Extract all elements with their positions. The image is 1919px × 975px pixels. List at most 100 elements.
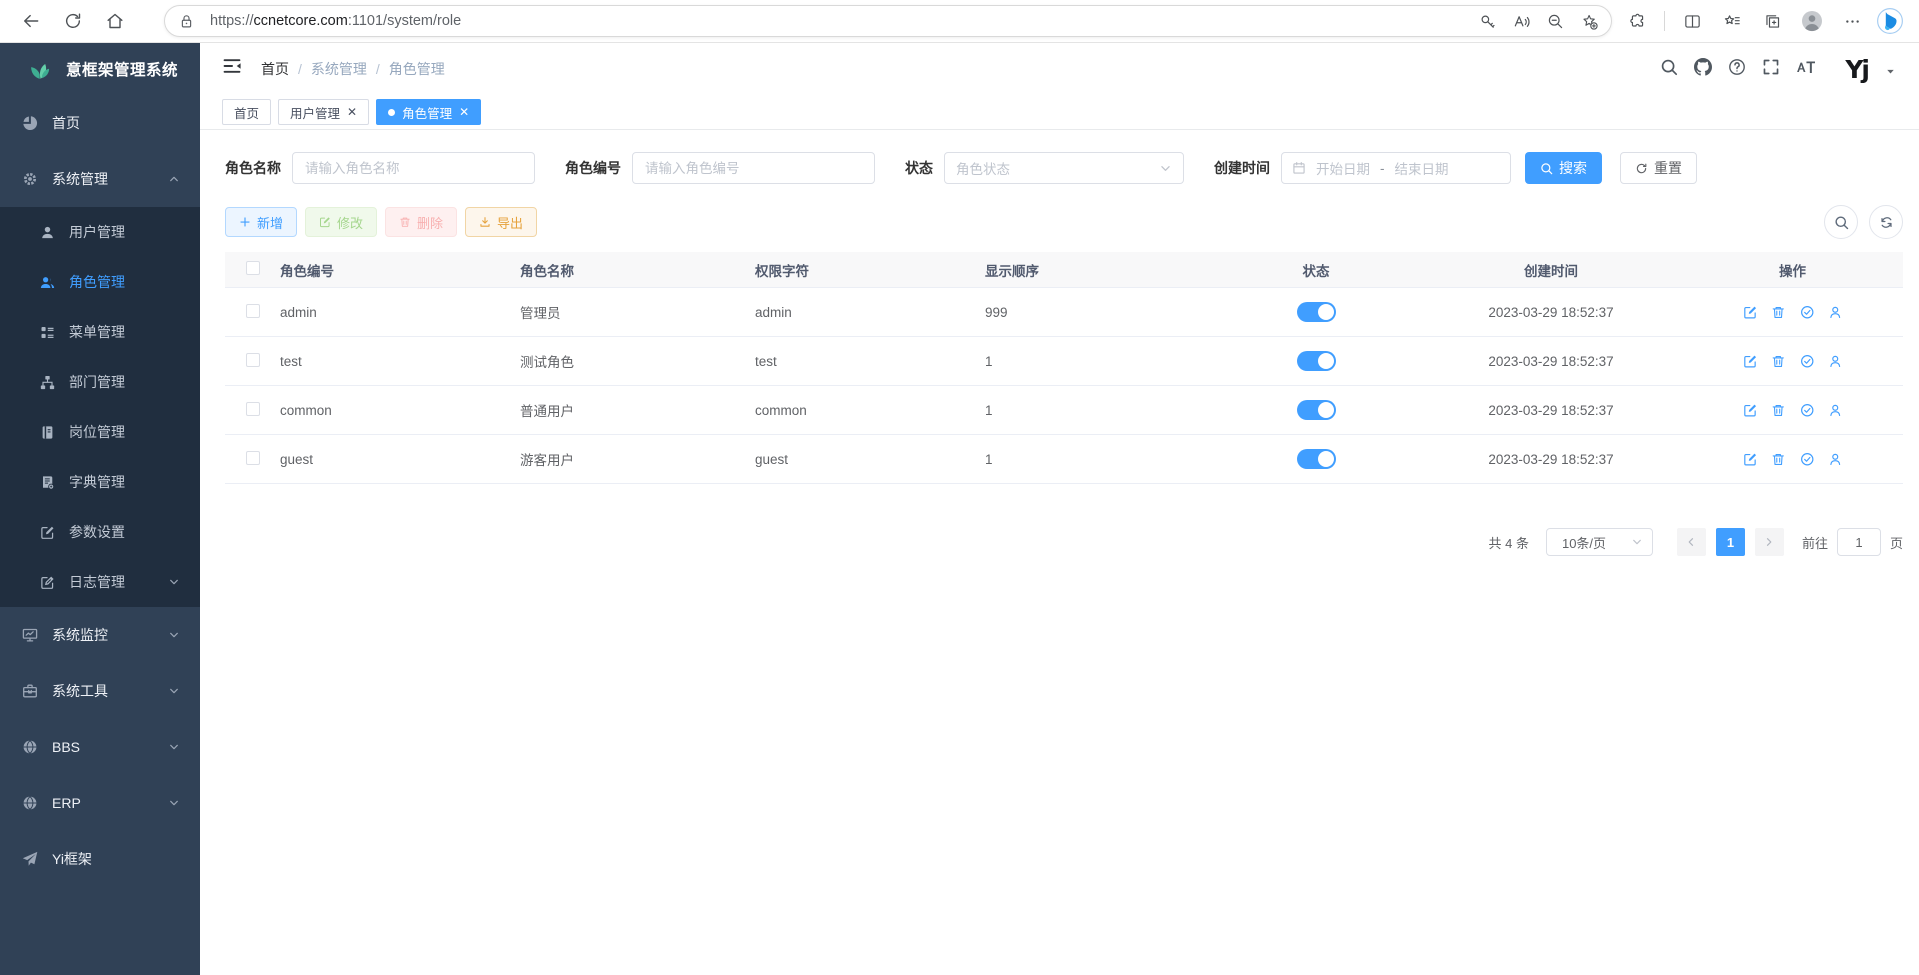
person-icon[interactable] bbox=[1828, 452, 1843, 467]
sidebar-item-yi-framework[interactable]: Yi框架 bbox=[0, 831, 200, 887]
table-refresh-icon[interactable] bbox=[1869, 205, 1903, 239]
check-circle-icon[interactable] bbox=[1800, 354, 1815, 369]
export-button[interactable]: 导出 bbox=[465, 207, 537, 237]
check-circle-icon[interactable] bbox=[1800, 403, 1815, 418]
goto-page-input[interactable] bbox=[1837, 528, 1881, 556]
edit-square-icon[interactable] bbox=[1743, 305, 1758, 320]
sidebar-item-bbs[interactable]: BBS bbox=[0, 719, 200, 775]
copilot-bing-icon[interactable] bbox=[1875, 6, 1905, 36]
trash-icon[interactable] bbox=[1771, 452, 1786, 467]
password-key-icon[interactable] bbox=[1470, 4, 1504, 38]
app-logo[interactable]: 意框架管理系统 bbox=[0, 43, 200, 95]
profile-avatar[interactable] bbox=[1795, 4, 1829, 38]
edit-button[interactable]: 修改 bbox=[305, 207, 377, 237]
status-toggle[interactable] bbox=[1297, 351, 1336, 371]
help-icon[interactable] bbox=[1728, 58, 1746, 81]
github-icon[interactable] bbox=[1694, 58, 1712, 81]
browser-home-icon[interactable] bbox=[94, 4, 136, 38]
date-range-picker[interactable]: 开始日期 - 结束日期 bbox=[1281, 152, 1511, 184]
favorites-icon[interactable] bbox=[1715, 4, 1749, 38]
chevron-down-icon bbox=[1631, 536, 1643, 548]
reset-button[interactable]: 重置 bbox=[1620, 152, 1697, 184]
user-logo[interactable]: Yj bbox=[1845, 55, 1868, 84]
add-button[interactable]: 新增 bbox=[225, 207, 297, 237]
row-checkbox[interactable] bbox=[246, 451, 260, 465]
tab-user-mgmt[interactable]: 用户管理✕ bbox=[278, 99, 369, 125]
status-select[interactable]: 角色状态 bbox=[944, 152, 1184, 184]
person-icon[interactable] bbox=[1828, 354, 1843, 369]
trash-icon[interactable] bbox=[1771, 403, 1786, 418]
role-code-input[interactable] bbox=[632, 152, 875, 184]
edit-square-icon[interactable] bbox=[1743, 452, 1758, 467]
sidebar-item-log-mgmt[interactable]: 日志管理 bbox=[0, 557, 200, 607]
edit-square-icon[interactable] bbox=[1743, 403, 1758, 418]
check-circle-icon[interactable] bbox=[1800, 305, 1815, 320]
status-toggle[interactable] bbox=[1297, 400, 1336, 420]
tab-close-icon[interactable]: ✕ bbox=[459, 106, 469, 118]
favorite-star-add-icon[interactable] bbox=[1572, 4, 1606, 38]
person-icon[interactable] bbox=[1828, 305, 1843, 320]
role-code-cell: admin bbox=[280, 305, 520, 320]
page-number-active[interactable]: 1 bbox=[1716, 528, 1745, 556]
row-checkbox[interactable] bbox=[246, 353, 260, 367]
person-icon[interactable] bbox=[1828, 403, 1843, 418]
read-aloud-icon[interactable] bbox=[1504, 4, 1538, 38]
split-screen-icon[interactable] bbox=[1675, 4, 1709, 38]
created-time-cell: 2023-03-29 18:52:37 bbox=[1420, 403, 1690, 418]
breadcrumb-item[interactable]: 首页 bbox=[261, 59, 289, 79]
tab-role-mgmt[interactable]: 角色管理✕ bbox=[376, 99, 481, 125]
sidebar-item-system-mgmt[interactable]: 系统管理 bbox=[0, 151, 200, 207]
lock-icon[interactable] bbox=[169, 4, 203, 38]
role-name-input[interactable] bbox=[292, 152, 535, 184]
breadcrumb-item[interactable]: 角色管理 bbox=[389, 59, 445, 79]
url-text[interactable]: https://ccnetcore.com:1101/system/role bbox=[210, 13, 1470, 29]
sidebar-collapse-icon[interactable] bbox=[222, 56, 242, 82]
status-toggle[interactable] bbox=[1297, 449, 1336, 469]
sidebar-item-user-mgmt[interactable]: 用户管理 bbox=[0, 207, 200, 257]
sidebar-item-dept-mgmt[interactable]: 部门管理 bbox=[0, 357, 200, 407]
tab-home[interactable]: 首页 bbox=[222, 99, 271, 125]
sidebar-item-post-mgmt[interactable]: 岗位管理 bbox=[0, 407, 200, 457]
sidebar-item-dict-mgmt[interactable]: 字典管理 bbox=[0, 457, 200, 507]
sidebar-item-system-monitor[interactable]: 系统监控 bbox=[0, 607, 200, 663]
tab-close-icon[interactable]: ✕ bbox=[347, 106, 357, 118]
trash-icon[interactable] bbox=[1771, 305, 1786, 320]
status-toggle[interactable] bbox=[1297, 302, 1336, 322]
search-icon[interactable] bbox=[1660, 58, 1678, 81]
more-menu-icon[interactable] bbox=[1835, 4, 1869, 38]
table-row: test测试角色test12023-03-29 18:52:37 bbox=[225, 337, 1903, 386]
role-code-cell: common bbox=[280, 403, 520, 418]
browser-back-icon[interactable] bbox=[10, 4, 52, 38]
page-size-select[interactable]: 10条/页 bbox=[1546, 528, 1653, 556]
status-select-placeholder: 角色状态 bbox=[956, 158, 1010, 178]
sidebar-item-param-settings[interactable]: 参数设置 bbox=[0, 507, 200, 557]
sidebar-item-erp[interactable]: ERP bbox=[0, 775, 200, 831]
check-circle-icon[interactable] bbox=[1800, 452, 1815, 467]
font-size-icon[interactable] bbox=[1796, 58, 1816, 81]
next-page-button[interactable] bbox=[1755, 528, 1784, 556]
extensions-icon[interactable] bbox=[1620, 4, 1654, 38]
order-cell: 1 bbox=[985, 403, 1220, 418]
prev-page-button[interactable] bbox=[1677, 528, 1706, 556]
search-button[interactable]: 搜索 bbox=[1525, 152, 1602, 184]
edit-square-icon[interactable] bbox=[1743, 354, 1758, 369]
zoom-out-icon[interactable] bbox=[1538, 4, 1572, 38]
address-bar[interactable]: https://ccnetcore.com:1101/system/role bbox=[164, 5, 1612, 37]
sidebar-item-system-tools[interactable]: 系统工具 bbox=[0, 663, 200, 719]
select-all-checkbox[interactable] bbox=[246, 261, 260, 275]
trash-icon[interactable] bbox=[1771, 354, 1786, 369]
user-icon bbox=[40, 225, 55, 240]
caret-down-icon[interactable] bbox=[1884, 65, 1897, 81]
fullscreen-icon[interactable] bbox=[1762, 58, 1780, 81]
role-name-cell: 管理员 bbox=[520, 302, 755, 322]
row-checkbox[interactable] bbox=[246, 304, 260, 318]
sidebar-item-role-mgmt[interactable]: 角色管理 bbox=[0, 257, 200, 307]
table-search-icon[interactable] bbox=[1824, 205, 1858, 239]
delete-button[interactable]: 删除 bbox=[385, 207, 457, 237]
collections-icon[interactable] bbox=[1755, 4, 1789, 38]
browser-reload-icon[interactable] bbox=[52, 4, 94, 38]
sidebar-item-menu-mgmt[interactable]: 菜单管理 bbox=[0, 307, 200, 357]
row-checkbox[interactable] bbox=[246, 402, 260, 416]
sidebar-item-home[interactable]: 首页 bbox=[0, 95, 200, 151]
breadcrumb-item[interactable]: 系统管理 bbox=[311, 59, 367, 79]
